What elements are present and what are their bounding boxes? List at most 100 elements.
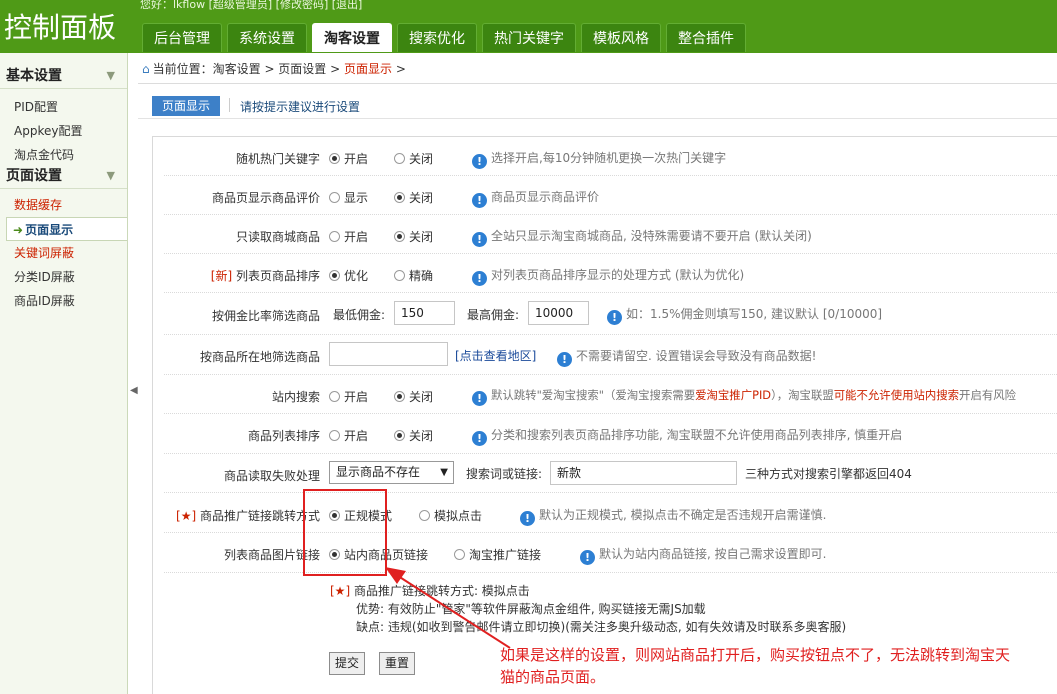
setting-note: ! 默认为站内商品链接, 按自己需求设置即可. [580,545,826,565]
failure-action-select[interactable]: 显示商品不存在 ▼ [329,461,454,484]
home-icon[interactable]: ⌂ [142,62,150,76]
location-input[interactable] [329,342,448,366]
breadcrumb: ⌂ 当前位置：淘客设置 > 页面设置 > 页面显示 > [142,60,406,77]
collapse-arrow-icon[interactable]: ◀ [130,385,138,396]
info-line: [★] 商品推广链接跳转方式: 模拟点击 [330,582,846,600]
radio-option-on[interactable]: 开启 [329,388,368,405]
radio-option-on[interactable]: 开启 [329,228,368,245]
radio-option-simulate[interactable]: 模拟点击 [419,507,482,524]
radio-button[interactable] [394,153,405,164]
label-text: 列表页商品排序 [232,269,320,283]
setting-label: 商品读取失败处理 [223,469,320,483]
radio-button[interactable] [329,192,340,203]
keyword-label: 搜索词或链接: [466,467,543,481]
sidebar-item-page-display[interactable]: ➜ 页面显示 [6,217,127,241]
sidebar-item-keyword-block[interactable]: 关键词屏蔽 [0,241,127,265]
radio-label: 模拟点击 [434,509,483,523]
annotation-text: 如果是这样的设置，则网站商品打开后，购买按钮点不了，无法跳转到淘宝天猫的商品页面… [500,646,1011,686]
view-regions-link[interactable]: [点击查看地区] [455,347,536,364]
radio-label: 关闭 [409,390,434,404]
sidebar-group-basic[interactable]: 基本设置 ▼ [0,63,127,89]
setting-note: ! 默认跳转"爱淘宝搜索"（爱淘宝搜索需要爱淘宝推广PID），淘宝联盟可能不允许使… [472,387,1016,406]
radio-label: 显示 [344,191,369,205]
setting-label: 只读取商城商品 [235,230,320,244]
tab-taoke[interactable]: 淘客设置 [312,23,392,52]
radio-label: 精确 [409,269,434,283]
note-text: 全站只显示淘宝商城商品, 没特殊需要请不要开启 (默认关闭) [491,229,812,243]
min-commission-input[interactable]: 150 [394,301,455,325]
radio-button[interactable] [329,270,340,281]
sidebar-item-category-block[interactable]: 分类ID屏蔽 [0,265,127,289]
radio-option-on[interactable]: 开启 [329,427,368,444]
setting-label: 商品页显示商品评价 [211,191,320,205]
setting-note: ! 分类和搜索列表页商品排序功能, 淘宝联盟不允许使用商品列表排序, 慎重开启 [472,426,902,446]
radio-button[interactable] [329,153,340,164]
setting-label: [新] 列表页商品排序 [211,267,320,284]
max-commission-input[interactable]: 10000 [528,301,589,325]
sidebar-item-cache[interactable]: 数据缓存 [0,193,127,217]
breadcrumb-prefix: 当前位置：淘客设置 > 页面设置 > [152,62,344,76]
info-text: 商品推广链接跳转方式: 模拟点击 [350,584,530,598]
subtab-page-display[interactable]: 页面显示 [152,96,220,116]
radio-button[interactable] [329,231,340,242]
radio-option-show[interactable]: 显示 [329,189,368,206]
tab-plugins[interactable]: 整合插件 [666,23,746,52]
sidebar-item-product-block[interactable]: 商品ID屏蔽 [0,289,127,313]
chevron-down-icon: ▼ [106,69,115,82]
tab-system[interactable]: 系统设置 [227,23,307,52]
radio-button[interactable] [394,192,405,203]
radio-option-off[interactable]: 关闭 [394,189,433,206]
setting-note: ! 如：1.5%佣金则填写150, 建议默认 [0/10000] [607,305,882,325]
radio-label: 开启 [344,390,369,404]
sidebar-item-appkey[interactable]: Appkey配置 [0,119,127,143]
sidebar-group-page[interactable]: 页面设置 ▼ [0,163,127,189]
radio-label: 关闭 [409,429,434,443]
reset-button[interactable]: 重置 [379,652,416,675]
radio-button[interactable] [454,549,465,560]
radio-option-off[interactable]: 关闭 [394,388,433,405]
max-commission-label: 最高佣金: [467,308,520,322]
sidebar-group-label: 基本设置 [6,68,62,84]
radio-option-on[interactable]: 开启 [329,150,368,167]
radio-button[interactable] [394,270,405,281]
tab-hot-keywords[interactable]: 热门关键字 [482,23,576,52]
radio-option-optimize[interactable]: 优化 [329,267,368,284]
radio-option-off[interactable]: 关闭 [394,228,433,245]
settings-hint: 请按提示建议进行设置 [240,100,361,114]
radio-button[interactable] [419,510,430,521]
radio-button[interactable] [394,391,405,402]
radio-option-precise[interactable]: 精确 [394,267,433,284]
user-bar: 您好：lkflow [超级管理员] [修改密码] [退出] [140,0,363,11]
setting-note: ! 不需要请留空. 设置错误会导致没有商品数据! [557,347,816,367]
star-tag: [★] [330,584,351,598]
star-tag: [★] [176,509,197,523]
setting-note: ! 全站只显示淘宝商城商品, 没特殊需要请不要开启 (默认关闭) [472,227,812,247]
radio-option-off[interactable]: 关闭 [394,150,433,167]
radio-label: 开启 [344,429,369,443]
arrow-right-icon: ➜ [13,223,24,237]
radio-button[interactable] [329,430,340,441]
main-tabs: 后台管理 系统设置 淘客设置 搜索优化 热门关键字 模板风格 整合插件 [142,23,751,52]
info-icon: ! [472,431,487,446]
tab-seo[interactable]: 搜索优化 [397,23,477,52]
radio-button[interactable] [329,391,340,402]
sidebar-item-pid[interactable]: PID配置 [0,95,127,119]
note-text: 分类和搜索列表页商品排序功能, 淘宝联盟不允许使用商品列表排序, 慎重开启 [491,428,903,442]
radio-option-off[interactable]: 关闭 [394,427,433,444]
setting-note: 三种方式对搜索引擎都返回404 [745,467,912,481]
tab-backend[interactable]: 后台管理 [142,23,222,52]
setting-label: [★] 商品推广链接跳转方式 [176,507,320,524]
tab-templates[interactable]: 模板风格 [581,23,661,52]
chevron-down-icon: ▼ [440,467,448,478]
submit-button[interactable]: 提交 [329,652,366,675]
new-tag: [新] [210,269,233,283]
radio-option-taobao-link[interactable]: 淘宝推广链接 [454,546,541,563]
setting-row-product-review: 商品页显示商品评价 [164,176,1057,215]
radio-label: 关闭 [409,230,434,244]
radio-button[interactable] [394,430,405,441]
info-icon: ! [472,232,487,247]
annotation-highlight-box [303,489,387,576]
radio-button[interactable] [394,231,405,242]
keyword-input[interactable]: 新款 [550,461,737,485]
redirect-mode-info: [★] 商品推广链接跳转方式: 模拟点击 优势: 有效防止"管家"等软件屏蔽淘点… [330,582,846,636]
